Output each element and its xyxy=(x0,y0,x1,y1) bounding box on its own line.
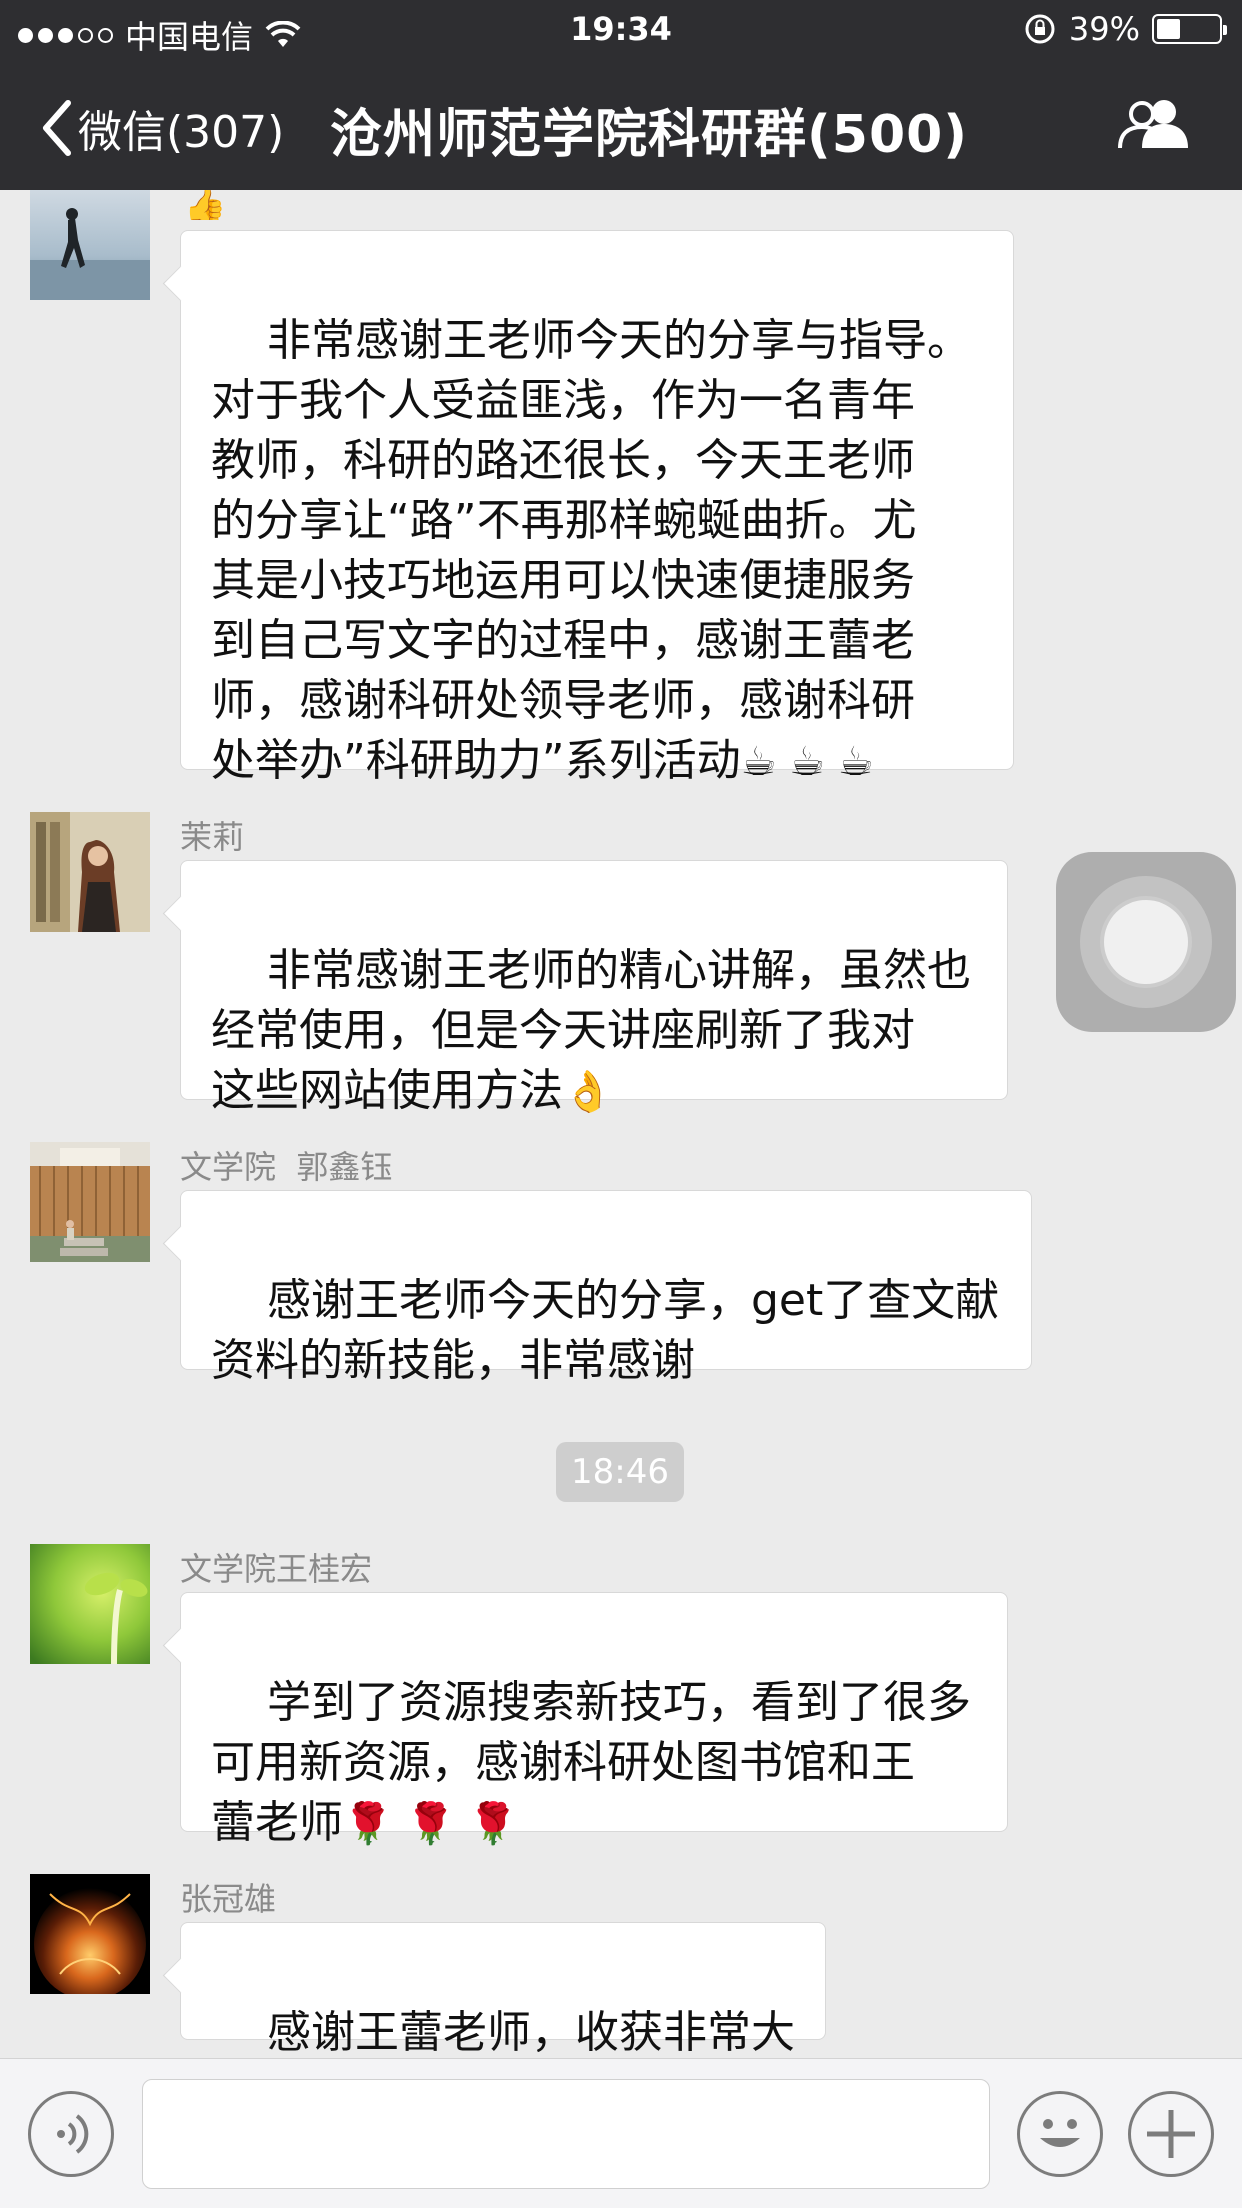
coffee-emoji: ☕ ☕ ☕ xyxy=(740,739,874,785)
input-bar xyxy=(0,2058,1242,2208)
message-text: 感谢王蕾老师，收获非常大 xyxy=(266,2007,795,2058)
message-bubble[interactable]: 感谢王蕾老师，收获非常大 xyxy=(180,1922,826,2058)
chat-title: 沧州师范学院科研群(500) xyxy=(330,105,969,165)
battery-percent: 39% xyxy=(1068,10,1140,48)
message-text: 学到了资源搜索新技巧，看到了很多 可用新资源，感谢科研处图书馆和王 蕾老师 xyxy=(211,1677,971,1848)
message-bubble[interactable]: 非常感谢王老师的精心讲解，虽然也 经常使用，但是今天讲座刷新了我对 这些网站使用… xyxy=(180,860,1008,1116)
plus-icon xyxy=(1147,2110,1195,2158)
message-text: 感谢王老师今天的分享，get了查文献 资料的新技能，非常感谢 xyxy=(211,1275,1000,1386)
time-divider: 18:46 xyxy=(556,1442,684,1502)
people-icon xyxy=(1118,100,1188,149)
rose-emoji: 🌹 🌹 🌹 xyxy=(343,1801,518,1847)
avatar[interactable] xyxy=(30,1544,150,1664)
message-text: 非常感谢王老师今天的分享与指导。 对于我个人受益匪浅，作为一名青年 教师，科研的… xyxy=(211,315,971,786)
avatar[interactable] xyxy=(30,190,150,300)
ok-hand-emoji: 👌 xyxy=(563,1069,613,1115)
message-bubble[interactable]: 非常感谢王老师今天的分享与指导。 对于我个人受益匪浅，作为一名青年 教师，科研的… xyxy=(180,230,1014,786)
reaction-emoji: 👍 xyxy=(184,190,227,220)
message-bubble[interactable]: 学到了资源搜索新技巧，看到了很多 可用新资源，感谢科研处图书馆和王 蕾老师🌹 🌹… xyxy=(180,1592,1008,1848)
assistive-touch-button[interactable] xyxy=(1056,852,1236,1032)
group-members-button[interactable] xyxy=(1118,96,1192,154)
back-button[interactable]: 微信(307) xyxy=(40,96,284,160)
sender-name: 文学院 郭鑫钰 xyxy=(180,1148,393,1186)
nav-bar: 微信(307) 沧州师范学院科研群(500) xyxy=(0,62,1242,190)
avatar[interactable] xyxy=(30,1874,150,1994)
sender-name: 茉莉 xyxy=(180,818,245,856)
avatar[interactable] xyxy=(30,1142,150,1262)
rotation-lock-icon xyxy=(1025,14,1055,44)
sender-name: 文学院王桂宏 xyxy=(180,1550,373,1588)
battery-level xyxy=(1157,19,1181,39)
voice-icon xyxy=(57,2114,89,2154)
chevron-left-icon xyxy=(43,100,71,156)
message-input[interactable] xyxy=(142,2079,990,2189)
status-bar: 中国电信 19:34 39% xyxy=(0,0,1242,62)
avatar[interactable] xyxy=(30,812,150,932)
battery-icon xyxy=(1152,14,1227,44)
status-right: 39% xyxy=(1023,10,1227,48)
smiley-icon xyxy=(1040,2119,1080,2147)
assistive-touch-icon xyxy=(1100,896,1192,988)
emoji-button[interactable] xyxy=(1017,2091,1103,2177)
more-button[interactable] xyxy=(1128,2091,1214,2177)
back-label: 微信(307) xyxy=(78,107,285,158)
voice-button[interactable] xyxy=(28,2091,114,2177)
sender-name: 张冠雄 xyxy=(180,1880,277,1918)
message-bubble[interactable]: 感谢王老师今天的分享，get了查文献 资料的新技能，非常感谢 xyxy=(180,1190,1032,1386)
